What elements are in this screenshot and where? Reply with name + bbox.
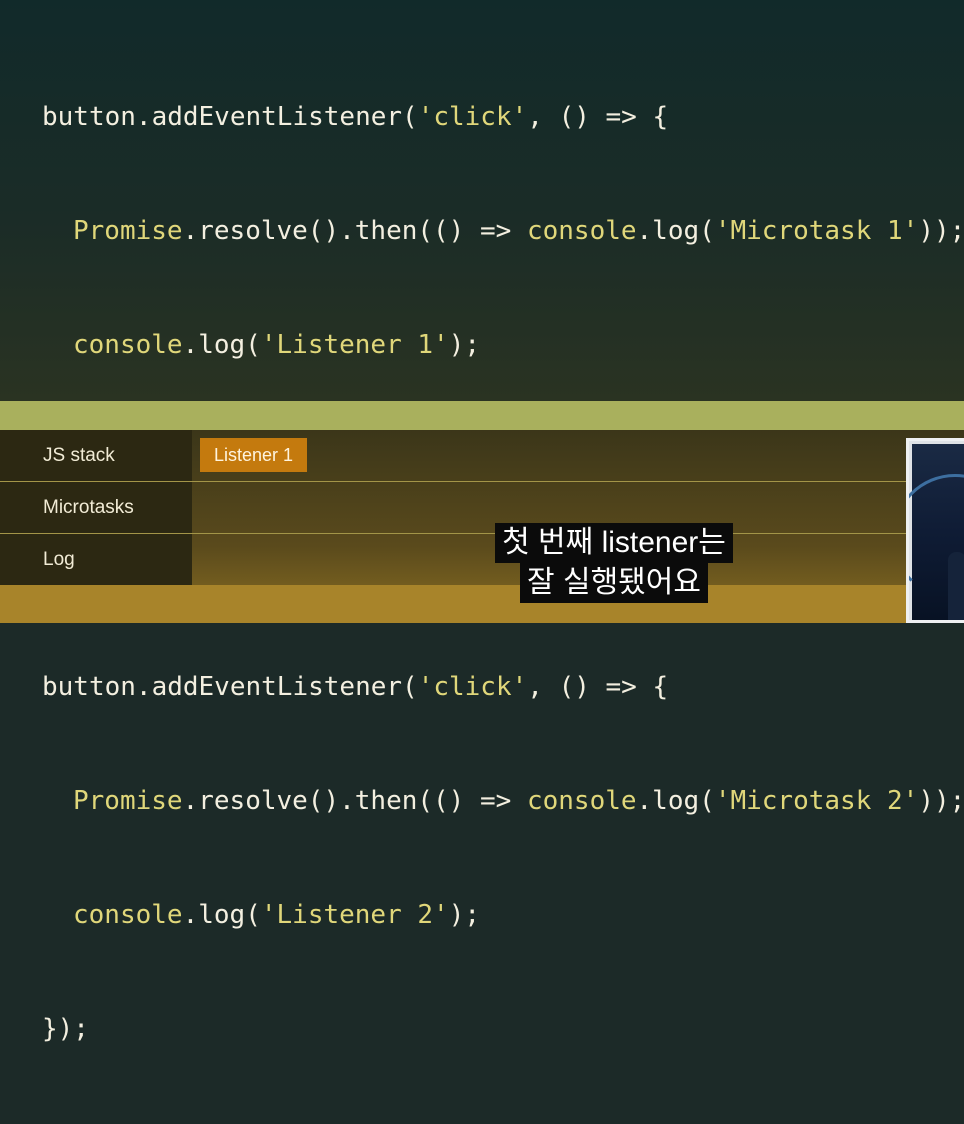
code-token: )); xyxy=(918,216,964,246)
code-line-6: Promise.resolve().then(() => console.log… xyxy=(42,782,964,820)
code-keyword: console xyxy=(73,900,183,930)
code-token: .log( xyxy=(182,900,261,930)
code-line-3: console.log('Listener 1'); xyxy=(42,326,964,364)
code-token: .log( xyxy=(636,786,715,816)
code-string: 'Listener 1' xyxy=(260,330,449,360)
code-token: .resolve().then(() => xyxy=(182,786,527,816)
code-token: .log( xyxy=(182,330,261,360)
code-token: button.addEventListener( xyxy=(42,672,418,702)
code-line-2: Promise.resolve().then(() => console.log… xyxy=(42,212,964,250)
subtitle-line-2: 잘 실행됐어요 xyxy=(520,563,708,603)
code-panel: button.addEventListener('click', () => {… xyxy=(0,0,964,1044)
subtitle-line-1: 첫 번째 listener는 xyxy=(495,523,733,563)
code-token: , () => { xyxy=(527,102,669,132)
subtitle-caption: 첫 번째 listener는 잘 실행됐어요 xyxy=(0,523,964,603)
code-string: 'Microtask 1' xyxy=(714,216,919,246)
code-keyword: Promise xyxy=(73,786,183,816)
code-string: 'click' xyxy=(417,102,528,132)
code-token: .resolve().then(() => xyxy=(182,216,527,246)
code-keyword: console xyxy=(526,786,637,816)
row-label-js-stack: JS stack xyxy=(0,430,192,481)
code-string: 'Listener 2' xyxy=(260,900,449,930)
row-js-stack: JS stack Listener 1 xyxy=(0,430,964,482)
code-string: 'Microtask 2' xyxy=(714,786,919,816)
code-line-5: button.addEventListener('click', () => { xyxy=(42,668,964,706)
code-token: ); xyxy=(448,900,481,930)
code-keyword: Promise xyxy=(73,216,183,246)
js-stack-lane: Listener 1 xyxy=(192,430,964,481)
code-keyword: console xyxy=(73,330,183,360)
code-token: }); xyxy=(42,1014,89,1044)
code-token: )); xyxy=(918,786,964,816)
code-string: 'click' xyxy=(417,672,528,702)
code-keyword: console xyxy=(526,216,637,246)
code-token: .log( xyxy=(636,216,715,246)
code-line-1: button.addEventListener('click', () => { xyxy=(42,98,964,136)
section-divider-band xyxy=(0,401,964,430)
code-token: ); xyxy=(448,330,481,360)
code-token: , () => { xyxy=(527,672,669,702)
code-line-8: }); xyxy=(42,1010,964,1048)
stack-item-listener-1: Listener 1 xyxy=(200,438,308,472)
code-line-7: console.log('Listener 2'); xyxy=(42,896,964,934)
code-token: button.addEventListener( xyxy=(42,102,418,132)
